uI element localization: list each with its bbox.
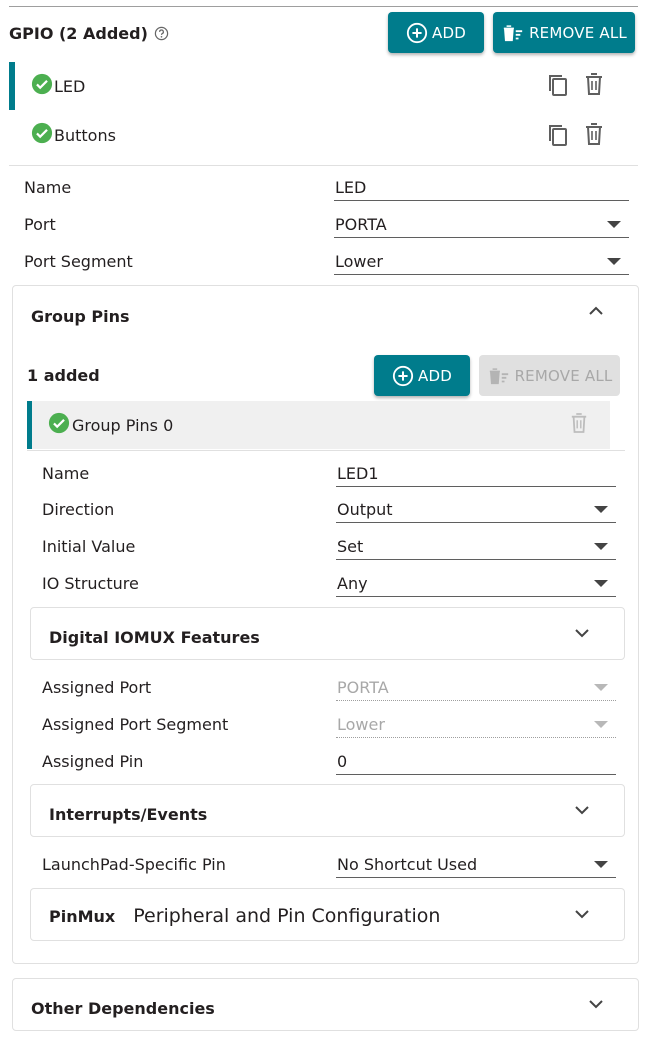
assigned-pin-label: Assigned Pin: [42, 752, 144, 771]
port-value: PORTA: [335, 214, 387, 234]
pinmux-header[interactable]: PinMux Peripheral and Pin Configuration: [49, 905, 440, 927]
copy-icon[interactable]: [546, 122, 570, 148]
list-divider: [9, 165, 638, 166]
dropdown-arrow-icon: [594, 580, 608, 587]
launchpad-pin-value: No Shortcut Used: [337, 854, 478, 874]
chevron-down-icon[interactable]: [572, 625, 592, 641]
io-structure-label: IO Structure: [42, 574, 139, 593]
group-pin-label: Group Pins 0: [72, 415, 174, 435]
name-value: LED: [335, 177, 367, 197]
group-pin-item[interactable]: Group Pins 0: [27, 401, 610, 449]
assigned-segment-value: Lower: [337, 714, 385, 734]
group-pin-divider: [27, 450, 625, 451]
check-circle-icon: [48, 412, 70, 438]
delete-sweep-icon: [487, 365, 511, 387]
pinmux-title: PinMux: [49, 907, 116, 926]
add-button-label: ADD: [432, 23, 466, 42]
pin-name-value: LED1: [337, 463, 379, 483]
trash-icon[interactable]: [570, 412, 588, 434]
check-circle-icon: [31, 122, 53, 148]
help-icon[interactable]: [154, 26, 169, 41]
remove-all-button-label: REMOVE ALL: [514, 366, 613, 385]
assigned-pin-value: 0: [337, 751, 348, 771]
assigned-port-value: PORTA: [337, 677, 389, 697]
trash-icon[interactable]: [584, 72, 604, 96]
assigned-port-label: Assigned Port: [42, 678, 152, 697]
add-instance-button[interactable]: ADD: [388, 12, 484, 53]
assigned-pin-input[interactable]: 0: [336, 749, 616, 775]
dropdown-arrow-icon: [594, 861, 608, 868]
port-segment-value: Lower: [335, 251, 383, 271]
direction-label: Direction: [42, 500, 115, 519]
initial-value-label: Initial Value: [42, 537, 136, 556]
dropdown-arrow-icon: [594, 543, 608, 550]
assigned-segment-label: Assigned Port Segment: [42, 715, 229, 734]
direction-select[interactable]: Output: [336, 497, 616, 523]
gpio-header: GPIO (2 Added): [9, 22, 169, 44]
group-pins-title[interactable]: Group Pins: [31, 307, 130, 326]
check-circle-icon: [31, 73, 53, 99]
name-label: Name: [24, 178, 72, 197]
page-title: GPIO (2 Added): [9, 23, 148, 43]
port-segment-select[interactable]: Lower: [334, 249, 629, 275]
port-select[interactable]: PORTA: [334, 212, 629, 238]
initial-value-select[interactable]: Set: [336, 534, 616, 560]
instance-item-buttons[interactable]: Buttons: [9, 111, 629, 159]
add-circle-icon: [392, 365, 414, 387]
remove-all-instances-button[interactable]: REMOVE ALL: [493, 12, 635, 53]
pin-name-input[interactable]: LED1: [336, 461, 616, 487]
pin-name-label: Name: [42, 464, 90, 483]
launchpad-pin-label: LaunchPad-Specific Pin: [42, 855, 226, 874]
pinmux-subtitle: Peripheral and Pin Configuration: [133, 905, 441, 927]
chevron-down-icon[interactable]: [586, 996, 606, 1012]
interrupts-title[interactable]: Interrupts/Events: [49, 805, 207, 824]
add-button-label: ADD: [418, 366, 452, 385]
remove-all-button-label: REMOVE ALL: [529, 23, 627, 42]
io-structure-value: Any: [337, 573, 368, 593]
assigned-segment-select: Lower: [336, 712, 616, 738]
chevron-up-icon[interactable]: [586, 303, 606, 319]
remove-all-group-pins-button[interactable]: REMOVE ALL: [479, 355, 620, 396]
delete-sweep-icon: [501, 22, 525, 44]
direction-value: Output: [337, 499, 393, 519]
dropdown-arrow-icon: [594, 684, 608, 691]
dropdown-arrow-icon: [607, 258, 621, 265]
assigned-port-select: PORTA: [336, 675, 616, 701]
group-pins-count: 1 added: [27, 366, 100, 385]
name-input[interactable]: LED: [334, 175, 629, 201]
digital-iomux-title[interactable]: Digital IOMUX Features: [49, 628, 260, 647]
port-segment-label: Port Segment: [24, 252, 133, 271]
dropdown-arrow-icon: [607, 221, 621, 228]
initial-value-value: Set: [337, 536, 364, 556]
instance-label: LED: [54, 76, 86, 96]
top-divider: [9, 6, 638, 7]
dropdown-arrow-icon: [594, 721, 608, 728]
chevron-down-icon[interactable]: [572, 802, 592, 818]
other-dependencies-title[interactable]: Other Dependencies: [31, 999, 215, 1018]
trash-icon[interactable]: [584, 122, 604, 146]
io-structure-select[interactable]: Any: [336, 571, 616, 597]
copy-icon[interactable]: [546, 72, 570, 98]
dropdown-arrow-icon: [594, 506, 608, 513]
instance-item-led[interactable]: LED: [9, 62, 629, 110]
instance-label: Buttons: [54, 125, 116, 145]
launchpad-pin-select[interactable]: No Shortcut Used: [336, 852, 616, 878]
add-group-pin-button[interactable]: ADD: [374, 355, 470, 396]
add-circle-icon: [406, 22, 428, 44]
port-label: Port: [24, 215, 56, 234]
chevron-down-icon[interactable]: [572, 906, 592, 922]
